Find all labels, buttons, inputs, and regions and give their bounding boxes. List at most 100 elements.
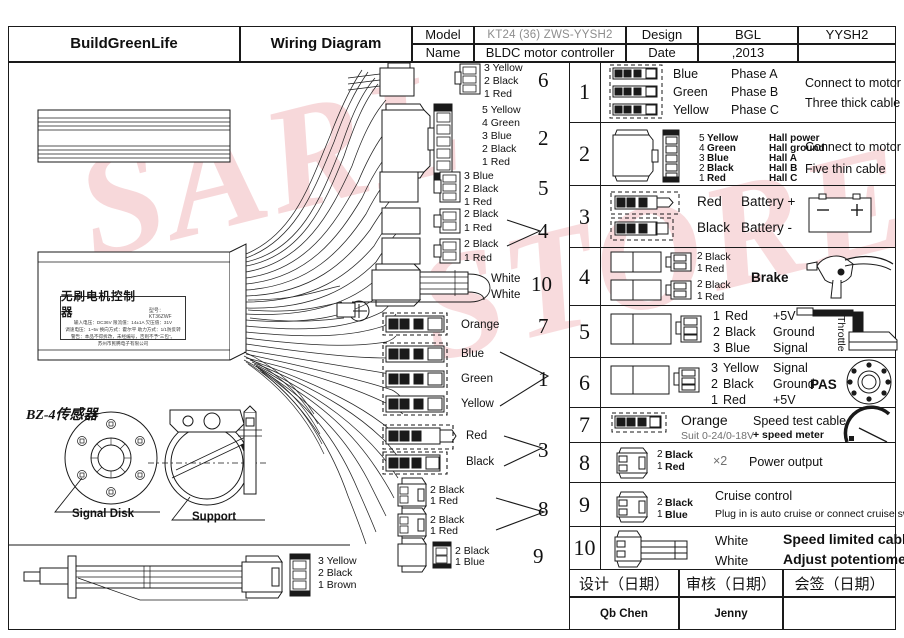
- spec-row-5-number: 5: [569, 306, 601, 357]
- callout-4-b-pin-1: 1 Red: [464, 252, 493, 264]
- row9-note-cruise-detail: Plug in is auto cruise or connect cruise…: [715, 508, 904, 520]
- row5-note-throttle: Throttle: [835, 316, 847, 352]
- spec-row-3-number: 3: [569, 186, 601, 247]
- row9-pin-2-n: 2: [657, 497, 663, 508]
- row8-pin-1-color: Red: [665, 461, 685, 473]
- sensor-cable-pin-1: 1 Brown: [318, 579, 357, 591]
- row8-pin-2-n: 2: [657, 449, 663, 460]
- row4-a-pin-2-n: 2: [697, 251, 703, 262]
- callout-6-pin-1: 3 Yellow: [484, 62, 523, 74]
- row4-a-pin-1-color: Red: [705, 263, 725, 275]
- spec-row-8: 8 2 Black 1 Red ×2 Power output: [569, 442, 896, 482]
- callout-4-b-pin-2: 2 Black: [464, 238, 499, 250]
- row5-pin-1-color: Red: [725, 309, 748, 323]
- row4-b-pin-2-n: 2: [697, 279, 703, 290]
- callout-6-pin-3: 1 Red: [484, 88, 513, 100]
- row8-note-power-output: Power output: [749, 455, 823, 469]
- row9-pin-2-color: Black: [665, 497, 694, 509]
- row8-pin-2-color: Black: [665, 449, 694, 461]
- spec-row-5: 5 1 Red +5V 2 Black Ground 3 Blue Signal…: [569, 305, 898, 357]
- callout-3-wire-1: Red: [466, 430, 488, 442]
- signature-header-countersign: 会签（日期）: [783, 569, 896, 597]
- spec-row-10-number: 10: [569, 527, 601, 569]
- sensor-cable-pin-3: 3 Yellow: [318, 555, 357, 567]
- row6-pin-1-func: +5V: [773, 393, 796, 407]
- nameplate-spec-1: 输入电压：DC36V 限流值：14±1A 欠压值：31V: [73, 320, 173, 326]
- signature-value-countersign: [783, 597, 896, 630]
- callout-number-6: 6: [538, 68, 549, 92]
- row6-pin-3-func: Signal: [773, 361, 808, 375]
- callout-2-pin-5: 5 Yellow: [482, 104, 521, 116]
- spec-row-8-number: 8: [569, 443, 601, 482]
- spec-row-9: 9 2 Black 1 Blue Cruise control Plug in …: [569, 482, 904, 526]
- callout-number-7: 7: [538, 314, 549, 338]
- callout-number-2: 2: [538, 126, 549, 150]
- row9-pin-1-n: 1: [657, 509, 663, 520]
- row7-func: Speed test cable: [753, 414, 847, 428]
- callout-5-pin-1: 1 Red: [464, 196, 493, 208]
- row4-a-pin-1-n: 1: [697, 263, 703, 274]
- row7-color: Orange: [681, 412, 728, 428]
- row5-pin-3-func: Signal: [773, 341, 808, 355]
- callout-3-wire-2: Black: [466, 456, 495, 468]
- nameplate-model: 型号：KT36ZWF: [148, 308, 172, 321]
- nameplate-spec-2: 调速电压：1~5v 换向方式：霍尔平 助力方式：1/1防反转: [65, 327, 181, 333]
- nameplate-maker: 苏州市民腾电子有限公司: [97, 340, 149, 346]
- signature-header-review: 审核（日期）: [679, 569, 783, 597]
- row8-multiplier: ×2: [713, 454, 728, 468]
- spec-row-2: 2 5 Yellow Hall power 4 Green Hall groun…: [569, 122, 901, 185]
- spec-row-9-number: 9: [569, 483, 601, 526]
- spec-row-1: 1 Blue Phase A Green Phase B Yellow Phas…: [569, 62, 901, 122]
- spec-row-7: 7 Orange Speed test cable Suit 0-24/0-18…: [569, 405, 896, 443]
- row8-pin-1-n: 1: [657, 461, 663, 472]
- row6-pin-2-n: 2: [711, 377, 718, 391]
- controller-nameplate: 无刷电机控制器 型号：KT36ZWF 输入电压：DC36V 限流值：14±1A …: [60, 291, 186, 346]
- row6-pin-3-n: 3: [711, 361, 718, 375]
- sensor-part-name: BZ-4传感器: [26, 408, 98, 423]
- row2-pin-1-color: Red: [707, 173, 726, 184]
- row7-note-meter: + speed meter: [753, 429, 824, 441]
- callout-5-pin-3: 3 Blue: [464, 170, 494, 182]
- row5-pin-2-func: Ground: [773, 325, 815, 339]
- callout-number-4: 4: [538, 219, 549, 243]
- spec-row-10: 10 White Speed limited cable White Adjus: [569, 526, 904, 569]
- spec-row-3: 3 Red Battery + Black Battery -: [569, 185, 896, 247]
- signal-disk-label: Signal Disk: [72, 508, 134, 520]
- callout-8-a-pin-1: 1 Red: [430, 495, 459, 507]
- callout-8-b-pin-1: 1 Red: [430, 525, 459, 537]
- spec-row-1-number: 1: [569, 62, 601, 122]
- row1-note-2: Three thick cable: [805, 96, 901, 110]
- row3-func-2: Battery -: [741, 220, 793, 235]
- row6-note-pas: PAS: [810, 377, 837, 392]
- callout-number-10: 10: [531, 272, 552, 296]
- row6-pin-3-color: Yellow: [723, 361, 759, 375]
- row2-note-1: Connect to motor: [805, 140, 901, 154]
- row6-pin-1-n: 1: [711, 393, 718, 407]
- row1-note-1: Connect to motor: [805, 76, 901, 90]
- row6-pin-2-color: Black: [723, 377, 754, 391]
- callout-10-wire-2: White: [491, 289, 521, 301]
- row5-pin-2-color: Black: [725, 325, 756, 339]
- spec-row-4-number: 4: [569, 248, 601, 305]
- row10-func-1: Speed limited cable: [783, 531, 904, 547]
- signature-header-design: 设计（日期）: [569, 569, 679, 597]
- row3-color-1: Red: [697, 194, 722, 209]
- nameplate-title: 无刷电机控制器: [61, 291, 136, 320]
- row10-color-2: White: [715, 553, 749, 568]
- spec-row-2-number: 2: [569, 123, 601, 185]
- callout-7-wire-1: Orange: [461, 319, 500, 331]
- row9-pin-1-color: Blue: [665, 509, 688, 521]
- row1-func-1: Phase A: [731, 67, 778, 81]
- callout-2-pin-2: 2 Black: [482, 143, 517, 155]
- row3-func-1: Battery +: [741, 194, 796, 209]
- row5-pin-1-func: +5V: [773, 309, 796, 323]
- row1-func-2: Phase B: [731, 85, 779, 99]
- row5-pin-1-n: 1: [713, 309, 720, 323]
- row10-func-2: Adjust potentiometer: [783, 551, 904, 567]
- spec-row-4: 4 2 Black 1 Red 2 Black 1 Red Brake: [569, 247, 896, 305]
- callout-1-wire-3: Yellow: [461, 398, 494, 410]
- row1-color-3: Yellow: [673, 103, 709, 117]
- support-label: Support: [192, 511, 237, 523]
- row6-pin-1-color: Red: [723, 393, 746, 407]
- callout-4-a-pin-2: 2 Black: [464, 208, 499, 220]
